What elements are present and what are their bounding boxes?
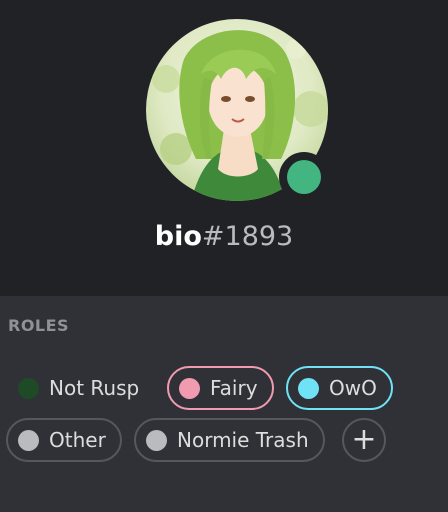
online-status-icon [287,160,321,194]
role-color-icon [18,377,39,399]
role-pill[interactable]: Not Rusp [6,366,155,410]
role-color-icon [298,377,319,399]
role-label: Normie Trash [177,428,309,452]
username: bio#1893 [0,219,448,255]
username-name: bio [154,221,202,252]
role-color-icon [18,429,39,451]
role-pill[interactable]: Normie Trash [134,418,325,462]
status-indicator [279,152,329,202]
roles-title: ROLES [8,316,70,335]
role-label: Not Rusp [49,376,140,400]
profile-header: bio#1893 [0,0,448,296]
role-pill[interactable]: Fairy [167,366,274,410]
role-color-icon [146,429,167,451]
plus-icon: + [351,422,377,457]
role-pill[interactable]: Other [6,418,122,462]
roles-section: ROLES Not Rusp Fairy OwO Other Normie Tr… [0,296,448,512]
role-label: Other [49,428,106,452]
role-pill[interactable]: OwO [286,366,393,410]
role-label: Fairy [210,376,258,400]
role-label: OwO [329,376,377,400]
role-color-icon [179,377,200,399]
username-discriminator: #1893 [201,221,294,252]
add-role-button[interactable]: + [342,418,386,462]
